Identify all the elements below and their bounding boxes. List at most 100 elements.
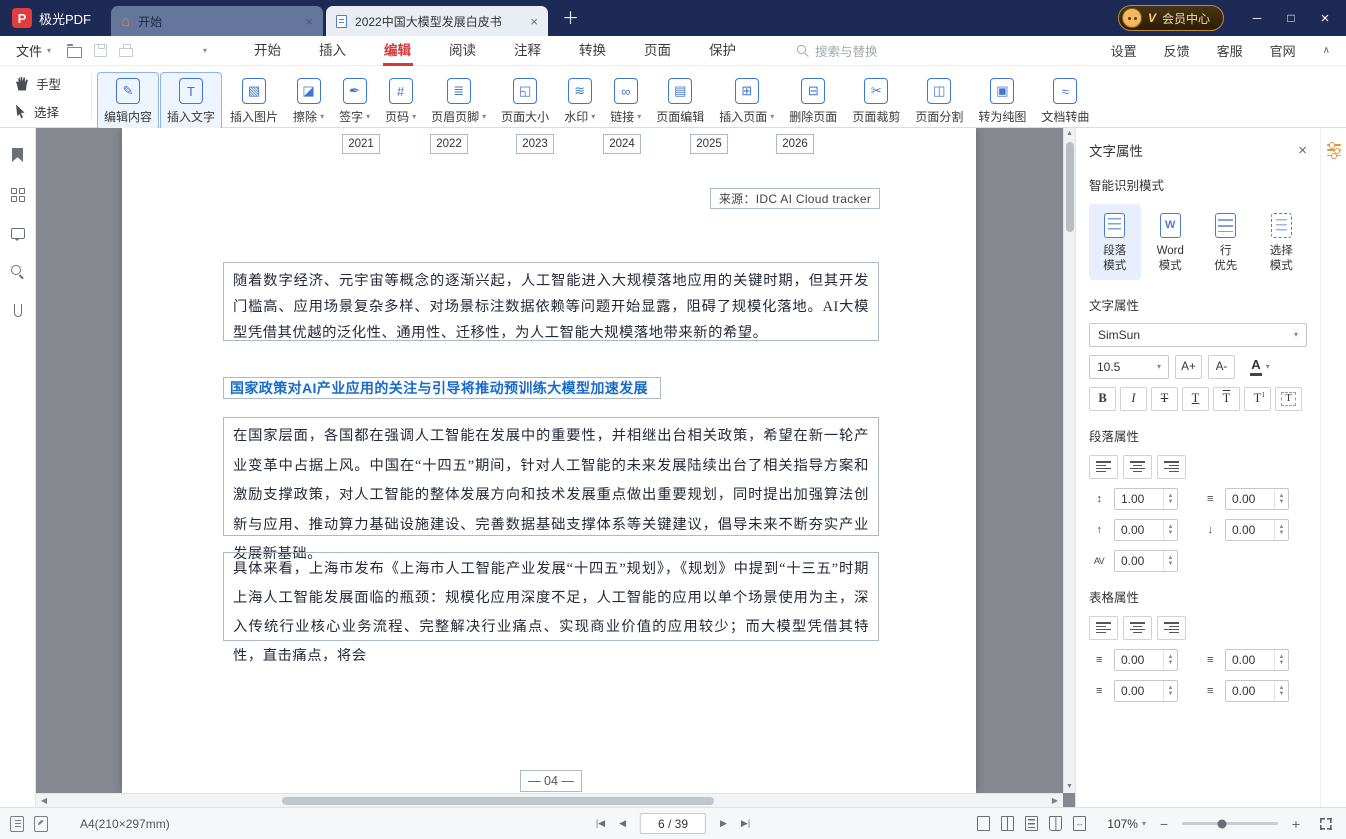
menu-item-insert[interactable]: 插入 — [300, 36, 365, 66]
watermark-button[interactable]: ≋ 水印 ▾ — [557, 72, 602, 130]
menu-item-protect[interactable]: 保护 — [690, 36, 755, 66]
print-icon[interactable] — [119, 43, 134, 57]
valign-middle-button[interactable] — [1123, 615, 1152, 640]
single-page-view-icon[interactable] — [977, 816, 991, 831]
page-number-textbox[interactable]: — 04 — — [520, 770, 582, 792]
two-page-view-icon[interactable] — [1001, 815, 1015, 832]
hand-tool[interactable]: 手型 — [16, 74, 86, 93]
font-size-select[interactable]: 10.5 ▾ — [1089, 354, 1169, 379]
superscript-button[interactable]: T — [1244, 386, 1271, 411]
horizontal-scrollbar[interactable]: ◀ ▶ — [36, 793, 1063, 807]
save-icon[interactable] — [94, 44, 108, 57]
chart-year-label[interactable]: 2021 — [342, 134, 380, 154]
continuous-view-icon[interactable] — [1025, 816, 1039, 831]
book-view-icon[interactable] — [1049, 816, 1063, 831]
zoom-in-button[interactable]: + — [1289, 816, 1303, 832]
bookmark-icon[interactable] — [12, 148, 23, 162]
overline-button[interactable]: T — [1213, 386, 1240, 411]
source-note-textbox[interactable]: 来源：IDC AI Cloud tracker — [710, 188, 880, 209]
bold-button[interactable]: B — [1089, 386, 1116, 411]
cell-margin-bottom-spinner[interactable]: 0.00 ▲ ▼ — [1114, 679, 1178, 702]
next-page-button[interactable]: ▶ — [720, 818, 727, 829]
spin-down-icon[interactable]: ▼ — [1168, 499, 1174, 505]
vertical-scrollbar-thumb[interactable] — [1065, 142, 1074, 232]
link-button[interactable]: ∞ 链接 ▾ — [603, 72, 648, 130]
page-crop-button[interactable]: ✂ 页面裁剪 — [845, 72, 907, 130]
spin-down-icon[interactable]: ▼ — [1279, 499, 1285, 505]
website-link[interactable]: 官网 — [1270, 41, 1296, 60]
tab-document[interactable]: 2022中国大模型发展白皮书 × — [326, 6, 549, 36]
align-center-button[interactable] — [1123, 454, 1152, 479]
space-after-spinner[interactable]: 0.00 ▲ ▼ — [1225, 518, 1289, 541]
comment-icon[interactable] — [10, 228, 25, 241]
section-heading-textbox[interactable]: 国家政策对AI产业应用的关注与引导将推动预训练大模型加速发展 — [223, 377, 661, 399]
page-edit-button[interactable]: ▤ 页面编辑 — [649, 72, 711, 130]
collapse-ribbon-icon[interactable]: ∧ — [1323, 45, 1330, 56]
new-tab-button[interactable]: ＋ — [562, 4, 579, 29]
tab-close-icon[interactable]: × — [530, 14, 538, 29]
cell-margin-left-spinner[interactable]: 0.00 ▲ ▼ — [1225, 679, 1289, 702]
paragraph-textbox[interactable]: 具体来看，上海市发布《上海市人工智能产业发展“十四五”规划》，《规划》中提到“十… — [223, 552, 879, 664]
membership-button[interactable]: V 会员中心 — [1117, 5, 1224, 31]
font-family-select[interactable]: SimSun ▾ — [1089, 322, 1307, 347]
paragraph-textbox[interactable]: 随着数字经济、元宇宙等概念的逐渐兴起，人工智能进入大规模落地应用的关键时期，但其… — [223, 262, 879, 341]
zoom-level-select[interactable]: 107% ▾ — [1107, 817, 1146, 831]
page-size-button[interactable]: ◱ 页面大小 — [494, 72, 556, 130]
strikethrough-button[interactable]: T — [1151, 386, 1178, 411]
insert-page-button[interactable]: ⊞ 插入页面 ▾ — [712, 72, 781, 130]
tab-home[interactable]: ⌂ 开始 × — [111, 6, 324, 36]
italic-button[interactable]: I — [1120, 386, 1147, 411]
cell-margin-right-spinner[interactable]: 0.00 ▲ ▼ — [1225, 648, 1289, 671]
settings-link[interactable]: 设置 — [1111, 41, 1137, 60]
edit-content-button[interactable]: ✎ 编辑内容 — [97, 72, 160, 130]
properties-settings-icon[interactable] — [1326, 142, 1341, 159]
paragraph-textbox[interactable]: 在国家层面，各国都在强调人工智能在发展中的重要性，并相继出台相关政策，希望在新一… — [223, 417, 879, 562]
page-split-button[interactable]: ◫ 页面分割 — [908, 72, 970, 130]
font-color-button[interactable]: A ▾ — [1241, 355, 1279, 379]
chart-year-label[interactable]: 2023 — [516, 134, 554, 154]
align-left-button[interactable] — [1089, 454, 1118, 479]
convert-to-image-button[interactable]: ▣ 转为纯图 — [971, 72, 1033, 130]
vertical-scrollbar[interactable]: ▲ ▼ — [1063, 128, 1075, 793]
text-to-curves-button[interactable]: ≈ 文档转曲 — [1034, 72, 1096, 130]
open-file-icon[interactable] — [66, 43, 83, 58]
menu-item-read[interactable]: 阅读 — [430, 36, 495, 66]
cell-margin-top-spinner[interactable]: 0.00 ▲ ▼ — [1114, 648, 1178, 671]
spin-down-icon[interactable]: ▼ — [1168, 530, 1174, 536]
page-indicator[interactable]: 6 / 39 — [640, 813, 706, 834]
header-footer-button[interactable]: ≣ 页眉页脚 ▾ — [424, 72, 493, 130]
zoom-slider[interactable] — [1182, 819, 1278, 828]
mode-line-first[interactable]: 行优先 — [1200, 204, 1252, 280]
insert-text-button[interactable]: T 插入文字 — [160, 72, 223, 130]
zoom-out-button[interactable]: − — [1157, 816, 1171, 832]
support-link[interactable]: 客服 — [1217, 41, 1243, 60]
spin-down-icon[interactable]: ▼ — [1279, 691, 1285, 697]
mode-paragraph[interactable]: 段落 模式 — [1089, 204, 1141, 280]
menu-item-annotate[interactable]: 注释 — [495, 36, 560, 66]
valign-bottom-button[interactable] — [1157, 615, 1186, 640]
horizontal-scrollbar-thumb[interactable] — [282, 797, 714, 805]
spin-down-icon[interactable]: ▼ — [1168, 691, 1174, 697]
minimize-button[interactable]: ─ — [1240, 0, 1274, 36]
last-page-button[interactable]: ▶| — [741, 818, 750, 829]
file-menu[interactable]: 文件 ▾ — [0, 41, 63, 60]
attachment-icon[interactable] — [13, 304, 22, 317]
search-panel-icon[interactable] — [11, 265, 24, 278]
maximize-button[interactable]: □ — [1274, 0, 1308, 36]
first-page-button[interactable]: |◀ — [596, 818, 605, 829]
thumbnails-icon[interactable] — [10, 188, 25, 202]
indent-spinner[interactable]: 0.00 ▲ ▼ — [1225, 487, 1289, 510]
align-right-button[interactable] — [1157, 454, 1186, 479]
increase-font-button[interactable]: A+ — [1175, 354, 1202, 379]
mode-word[interactable]: Word 模式 — [1145, 204, 1197, 280]
menu-item-page[interactable]: 页面 — [625, 36, 690, 66]
scroll-down-icon[interactable]: ▼ — [1066, 781, 1073, 793]
scroll-right-icon[interactable]: ▶ — [1047, 796, 1063, 805]
fullscreen-icon[interactable] — [1320, 817, 1332, 830]
valign-top-button[interactable] — [1089, 615, 1118, 640]
search-box[interactable]: 搜索与替换 — [797, 41, 878, 60]
signature-button[interactable]: ✒ 签字 ▾ — [332, 72, 377, 130]
tab-close-icon[interactable]: × — [305, 14, 313, 29]
scroll-up-icon[interactable]: ▲ — [1066, 128, 1073, 140]
decrease-font-button[interactable]: A- — [1208, 354, 1235, 379]
